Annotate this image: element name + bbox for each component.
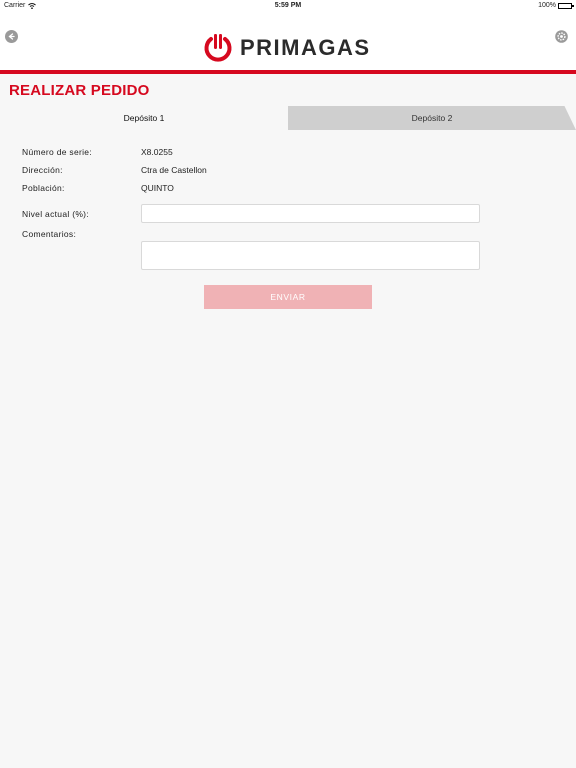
level-label: Nivel actual (%):	[22, 209, 89, 219]
status-bar: Carrier 5:59 PM 100%	[0, 0, 576, 12]
logo-text: PRIMAGAS	[240, 35, 371, 60]
comments-textarea[interactable]	[141, 241, 480, 270]
back-icon	[8, 33, 15, 40]
primagas-power-icon	[204, 34, 232, 62]
clock: 5:59 PM	[274, 2, 302, 9]
comments-label: Comentarios:	[22, 229, 77, 239]
town-value: QUINTO	[141, 183, 174, 193]
battery-group: 100%	[538, 2, 574, 9]
header-divider	[0, 70, 576, 74]
address-label: Dirección:	[22, 165, 63, 175]
town-label: Población:	[22, 183, 65, 193]
tab-deposito-1[interactable]: Depósito 1	[0, 106, 288, 130]
settings-icon	[555, 30, 568, 43]
address-value: Ctra de Castellon	[141, 165, 207, 175]
primagas-logo: PRIMAGAS	[202, 33, 371, 63]
settings-button[interactable]	[555, 30, 568, 43]
app-header: PRIMAGAS	[0, 12, 576, 71]
level-input[interactable]	[141, 204, 480, 223]
battery-icon	[558, 2, 574, 9]
back-button[interactable]	[5, 30, 18, 43]
page-title: REALIZAR PEDIDO	[9, 82, 150, 99]
serial-value: X8.0255	[141, 147, 173, 157]
serial-label: Número de serie:	[22, 147, 92, 157]
deposit-tabs: Depósito 1 Depósito 2	[0, 106, 576, 130]
tab-deposito-2[interactable]: Depósito 2	[288, 106, 576, 130]
battery-percent: 100%	[538, 2, 556, 9]
submit-button[interactable]: ENVIAR	[204, 285, 372, 309]
